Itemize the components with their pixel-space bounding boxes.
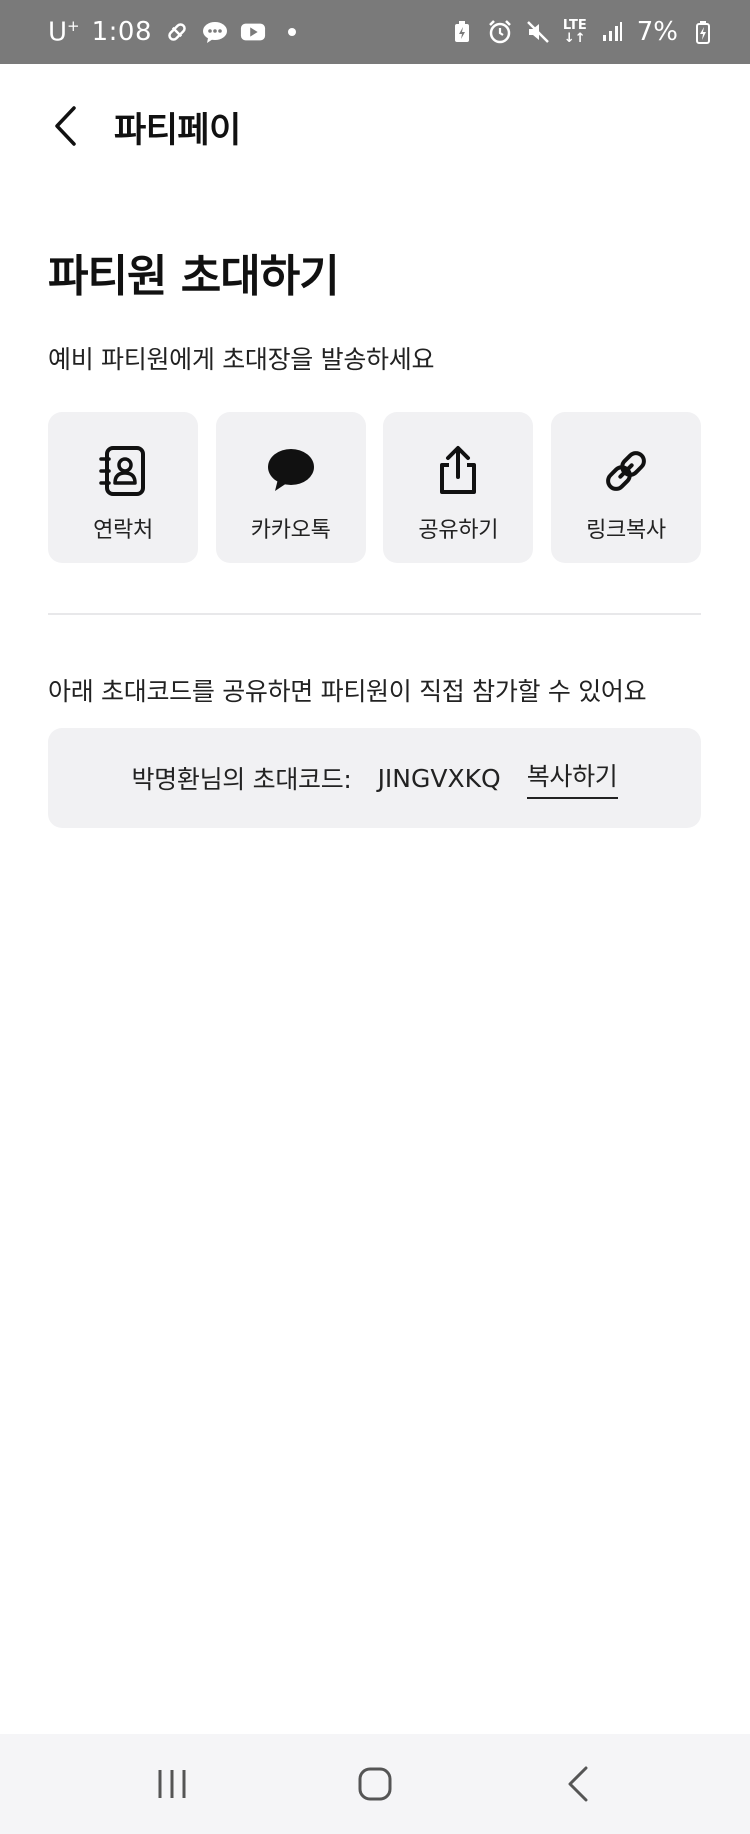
battery-saver-icon [449, 19, 475, 45]
share-options: 연락처 카카오톡 공유하기 링크복사 [48, 412, 701, 563]
status-time: 1:08 [91, 17, 152, 47]
share-kakaotalk-label: 카카오톡 [250, 518, 331, 543]
share-icon [431, 444, 485, 498]
carrier-sup: + [67, 16, 80, 35]
back-arrow-icon [55, 106, 76, 146]
status-left: U+ 1:08 [48, 17, 296, 48]
divider [48, 613, 701, 615]
system-nav-bar [0, 1734, 750, 1834]
recent-apps-icon [158, 1770, 186, 1798]
youtube-icon [240, 19, 266, 45]
system-back-icon [568, 1766, 588, 1802]
home-button[interactable] [335, 1744, 415, 1824]
code-description: 아래 초대코드를 공유하면 파티원이 직접 참가할 수 있어요 [48, 677, 647, 706]
more-notifications-dot [288, 28, 296, 36]
carrier-label: U+ [48, 17, 80, 48]
signal-icon [599, 19, 625, 45]
header-title: 파티페이 [114, 111, 241, 151]
system-back-button[interactable] [538, 1744, 618, 1824]
contacts-icon [96, 444, 150, 498]
page-title: 파티원 초대하기 [48, 251, 340, 302]
invite-code-value: JINGVXKQ [377, 763, 501, 793]
carrier-name: U [48, 17, 68, 48]
share-contacts-button[interactable]: 연락처 [48, 412, 198, 563]
mute-icon [525, 19, 551, 45]
recent-apps-button[interactable] [132, 1744, 212, 1824]
invite-code-box: 박명환님의 초대코드: JINGVXKQ 복사하기 [48, 728, 701, 828]
pill-icon [164, 19, 190, 45]
share-kakaotalk-button[interactable]: 카카오톡 [215, 412, 366, 563]
invite-code-label: 박명환님의 초대코드: [131, 765, 352, 794]
app-header: 파티페이 [0, 64, 750, 188]
battery-charging-icon [690, 19, 716, 45]
copy-code-button[interactable]: 복사하기 [526, 757, 618, 799]
lte-label: LTE [562, 18, 587, 33]
battery-percent: 7% [636, 17, 678, 47]
alarm-icon [487, 19, 513, 45]
copy-link-button[interactable]: 링크복사 [550, 412, 701, 563]
status-bar: U+ 1:08 LTE ↓↑ 7% [0, 0, 750, 64]
chat-notification-icon [202, 19, 228, 45]
copy-link-label: 링크복사 [586, 518, 666, 543]
share-system-button[interactable]: 공유하기 [383, 412, 534, 563]
lte-indicator: LTE ↓↑ [562, 18, 587, 46]
share-contacts-label: 연락처 [93, 518, 153, 543]
link-icon [599, 444, 653, 498]
back-button[interactable] [40, 98, 90, 154]
page-subtitle: 예비 파티원에게 초대장을 발송하세요 [48, 345, 435, 374]
status-right: LTE ↓↑ 7% [449, 17, 716, 47]
kakaotalk-icon [264, 444, 318, 498]
share-system-label: 공유하기 [418, 518, 499, 543]
home-icon [358, 1767, 392, 1801]
